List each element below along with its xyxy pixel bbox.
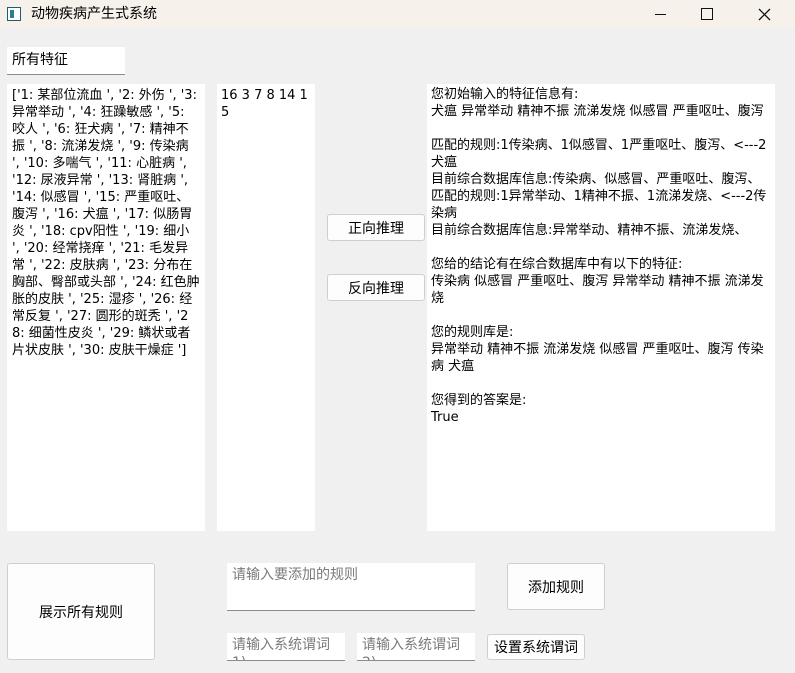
app-window-icon [7, 7, 21, 21]
maximize-icon [701, 8, 713, 20]
title-bar[interactable]: 动物疾病产生式系统 [0, 0, 795, 28]
system-predicate-input-2[interactable]: 请输入系统谓词2) [357, 633, 475, 661]
close-icon [758, 8, 770, 20]
forward-reasoning-button[interactable]: 正向推理 [327, 214, 425, 241]
set-system-predicate-button[interactable]: 设置系统谓词 [487, 634, 585, 660]
minimize-icon [654, 13, 666, 15]
add-rule-button[interactable]: 添加规则 [507, 563, 605, 610]
backward-reasoning-button[interactable]: 反向推理 [327, 274, 425, 301]
minimize-button[interactable] [637, 0, 683, 28]
window-title: 动物疾病产生式系统 [31, 6, 157, 22]
inference-output-text[interactable]: 您初始输入的特征信息有: 犬瘟 异常举动 精神不振 流涕发烧 似感冒 严重呕吐、… [427, 84, 775, 531]
features-list-text[interactable]: ['1: 某部位流血 ', '2: 外伤 ', '3: 异常举动 ', '4: … [7, 84, 205, 531]
show-all-rules-button[interactable]: 展示所有规则 [7, 563, 155, 660]
maximize-button[interactable] [684, 0, 730, 28]
feature-input-text[interactable]: 16 3 7 8 14 15 [217, 84, 315, 531]
rule-input[interactable]: 请输入要添加的规则 [227, 563, 475, 611]
features-label: 所有特征 [7, 47, 125, 75]
close-button[interactable] [741, 0, 787, 28]
system-predicate-input-1[interactable]: 请输入系统谓词1) [227, 633, 345, 661]
